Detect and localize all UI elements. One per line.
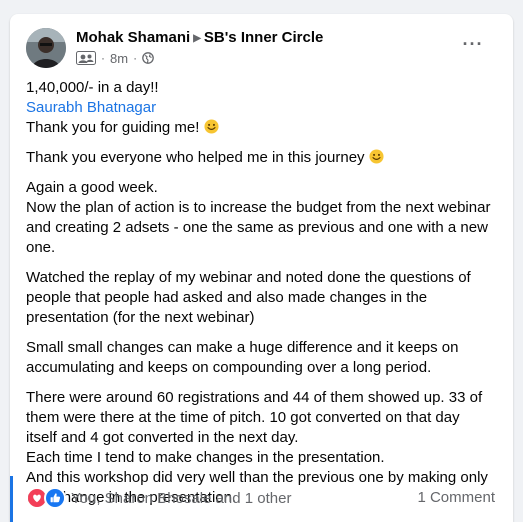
post-paragraph: Watched the replay of my webinar and not…: [26, 269, 471, 326]
author-name[interactable]: Mohak Shamani: [76, 29, 190, 46]
post-paragraph: Small small changes can make a huge diff…: [26, 339, 459, 376]
group-name[interactable]: SB's Inner Circle: [204, 29, 323, 46]
smiley-emoji-icon: [204, 119, 219, 134]
globe-icon[interactable]: [142, 52, 154, 64]
post-paragraph: 1,40,000/- in a day!! Saurabh Bhatnagar …: [26, 78, 494, 138]
meta-separator: ·: [101, 51, 105, 65]
reactors-text[interactable]: You, Sharon Bhosale and 1 other: [71, 490, 291, 507]
comment-count-link[interactable]: 1 Comment: [417, 489, 495, 506]
meta-separator: ·: [133, 51, 138, 65]
post-header: Mohak Shamani▶SB's Inner Circle · 8m ·: [26, 28, 501, 78]
more-options-button[interactable]: ···: [457, 32, 489, 56]
reactions-summary[interactable]: You, Sharon Bhosale and 1 other: [26, 487, 291, 509]
post-body: 1,40,000/- in a day!! Saurabh Bhatnagar …: [26, 78, 494, 518]
post-card: Mohak Shamani▶SB's Inner Circle · 8m ·: [10, 14, 513, 522]
group-arrow-icon: ▶: [193, 33, 201, 44]
post-paragraph: Again a good week. Now the plan of actio…: [26, 179, 491, 256]
more-horizontal-icon: ···: [462, 33, 484, 54]
group-members-icon: [76, 51, 96, 65]
post-footer: You, Sharon Bhosale and 1 other 1 Commen…: [10, 484, 513, 514]
post-paragraph: Thank you everyone who helped me in this…: [26, 148, 494, 168]
post-author-line: Mohak Shamani ▶ SB's Inner Circle: [76, 29, 323, 46]
avatar[interactable]: [26, 28, 66, 68]
post-time[interactable]: 8m: [110, 51, 128, 66]
mention-link[interactable]: Saurabh Bhatnagar: [26, 99, 156, 116]
smiley-emoji-icon: [369, 149, 384, 164]
like-reaction-icon: [44, 487, 66, 509]
post-meta: · 8m ·: [76, 50, 154, 66]
